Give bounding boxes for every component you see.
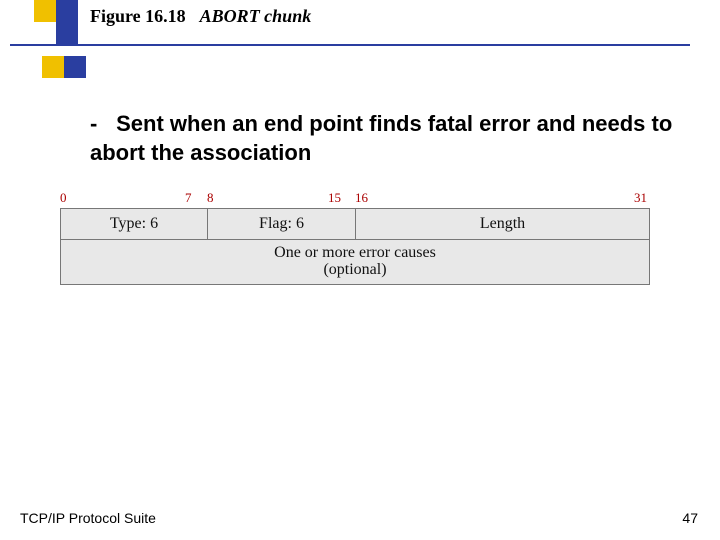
field-text: (optional) bbox=[323, 262, 386, 279]
logo-square bbox=[42, 56, 64, 78]
bullet-item: - Sent when an end point finds fatal err… bbox=[90, 110, 680, 167]
bit-label: 31 bbox=[634, 190, 647, 206]
logo-square bbox=[34, 0, 56, 22]
figure-title: Figure 16.18 ABORT chunk bbox=[90, 6, 311, 27]
bit-label: 8 bbox=[207, 190, 214, 206]
bullet-text: Sent when an end point finds fatal error… bbox=[90, 111, 672, 165]
slide: Figure 16.18 ABORT chunk - Sent when an … bbox=[0, 0, 720, 540]
slide-logo bbox=[0, 0, 90, 100]
bit-label: 15 bbox=[328, 190, 341, 206]
page-number: 47 bbox=[682, 510, 698, 526]
footer-text: TCP/IP Protocol Suite bbox=[20, 510, 156, 526]
field-length: Length bbox=[356, 209, 649, 239]
figure-number: Figure 16.18 bbox=[90, 6, 186, 26]
logo-square bbox=[56, 22, 78, 44]
title-rule bbox=[10, 44, 690, 46]
field-error-causes: One or more error causes (optional) bbox=[61, 240, 649, 284]
bit-scale: 0 7 8 15 16 31 bbox=[60, 190, 650, 208]
logo-square bbox=[56, 0, 78, 22]
logo-square bbox=[64, 56, 86, 78]
packet-row: One or more error causes (optional) bbox=[60, 240, 650, 285]
bit-label: 7 bbox=[185, 190, 192, 206]
figure-caption: ABORT chunk bbox=[200, 6, 312, 26]
packet-row: Type: 6 Flag: 6 Length bbox=[60, 208, 650, 240]
bit-label: 16 bbox=[355, 190, 368, 206]
field-flag: Flag: 6 bbox=[208, 209, 356, 239]
field-text: One or more error causes bbox=[274, 245, 436, 262]
field-type: Type: 6 bbox=[61, 209, 208, 239]
bullet-dash: - bbox=[90, 110, 110, 139]
bit-label: 0 bbox=[60, 190, 67, 206]
packet-diagram: 0 7 8 15 16 31 Type: 6 Flag: 6 Length On… bbox=[60, 190, 650, 285]
